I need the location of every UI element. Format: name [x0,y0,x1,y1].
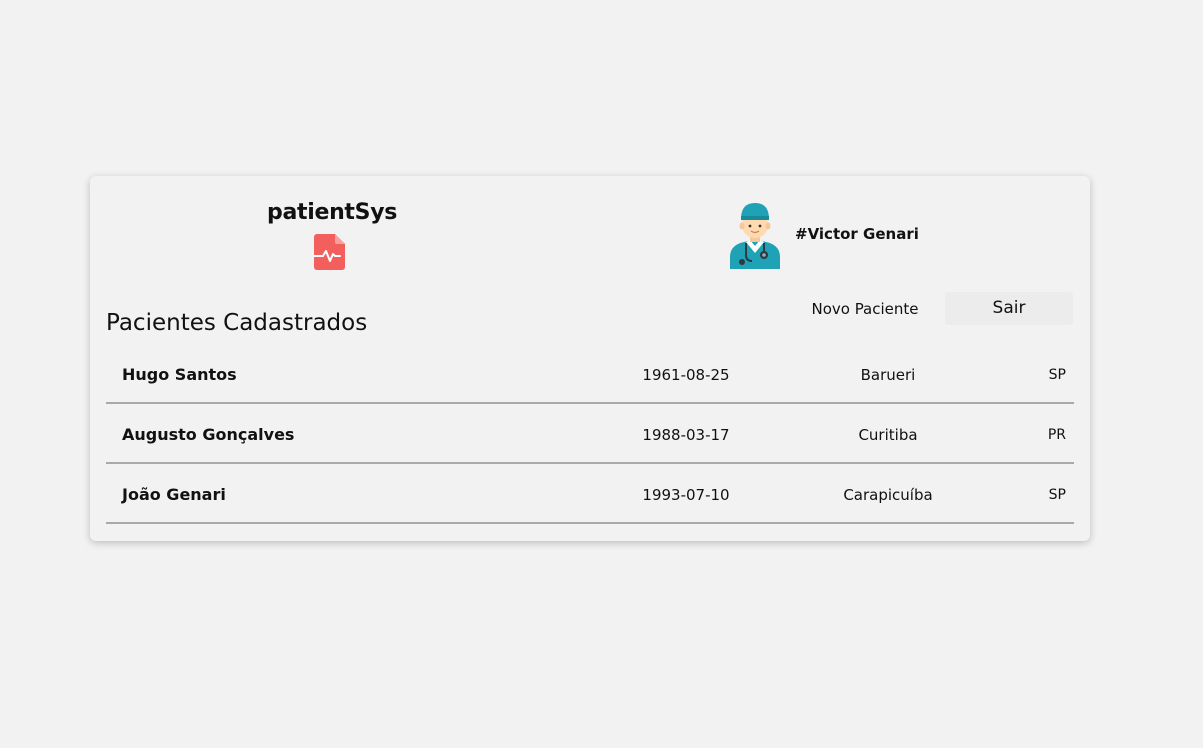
doctor-avatar-icon [730,203,780,269]
patient-birth-date: 1988-03-17 [642,426,730,444]
patient-state: PR [1047,427,1066,443]
table-row[interactable]: Hugo Santos 1961-08-25 Barueri SP [106,344,1074,404]
patient-city: Curitiba [858,426,918,444]
user-name: #Victor Genari [795,225,919,243]
patient-name: João Genari [122,485,226,504]
patient-birth-date: 1961-08-25 [642,366,730,384]
patient-city: Carapicuíba [843,486,933,504]
user-profile[interactable]: #Victor Genari [726,198,919,270]
patients-card: patientSys #Victor Genari Pacientes Cada… [90,176,1090,541]
patient-state: SP [1048,487,1066,503]
medical-file-icon [314,234,345,270]
patient-name: Hugo Santos [122,365,237,384]
exit-button[interactable]: Sair [945,292,1073,325]
patient-state: SP [1048,367,1066,383]
patient-city: Barueri [860,366,916,384]
table-row[interactable]: Augusto Gonçalves 1988-03-17 Curitiba PR [106,404,1074,464]
table-row[interactable]: João Genari 1993-07-10 Carapicuíba SP [106,464,1074,524]
patient-name: Augusto Gonçalves [122,425,295,444]
new-patient-button[interactable]: Novo Paciente [794,294,936,324]
brand: patientSys [267,200,398,270]
page-title: Pacientes Cadastrados [106,310,368,337]
patient-birth-date: 1993-07-10 [642,486,730,504]
patient-list: Hugo Santos 1961-08-25 Barueri SP August… [106,344,1074,524]
brand-title: patientSys [267,200,398,225]
